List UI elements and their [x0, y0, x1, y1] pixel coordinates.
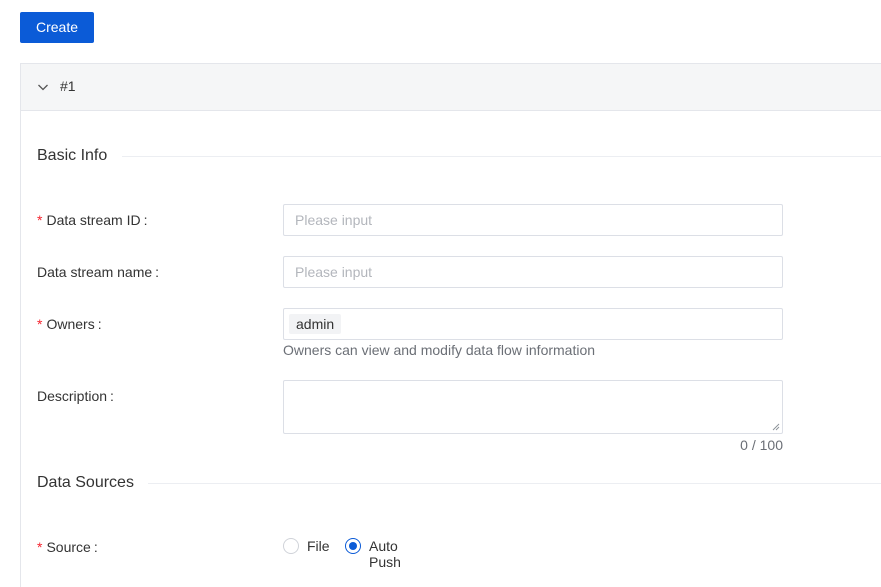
section-title-basic-info: Basic Info: [37, 147, 108, 164]
stream-id-placeholder: Please input: [295, 212, 373, 228]
panel-title: #1: [60, 78, 76, 94]
source-label: * Source:: [37, 539, 98, 555]
description-label: Description:: [37, 388, 114, 404]
section-divider: [148, 483, 881, 484]
resize-grip-icon[interactable]: [772, 423, 780, 431]
description-textarea[interactable]: [283, 380, 783, 434]
stream-name-placeholder: Please input: [295, 264, 373, 280]
radio-auto-push[interactable]: [345, 538, 361, 554]
chevron-down-icon[interactable]: [37, 81, 49, 93]
owner-tag[interactable]: admin: [289, 314, 342, 334]
panel-header[interactable]: #1: [21, 64, 881, 111]
owners-label: * Owners:: [37, 316, 102, 332]
radio-file-label[interactable]: File: [307, 538, 330, 554]
required-mark: *: [37, 539, 43, 555]
stream-name-input[interactable]: Please input: [283, 256, 783, 288]
owners-help-text: Owners can view and modify data flow inf…: [283, 342, 596, 358]
stream-name-label: Data stream name:: [37, 264, 160, 280]
stream-id-input[interactable]: Please input: [283, 204, 783, 236]
page: Create #1 Basic Info * Data stream ID: Pl…: [0, 0, 881, 587]
radio-auto-push-label[interactable]: Auto Push: [369, 538, 401, 570]
section-title-data-sources: Data Sources: [37, 474, 134, 491]
create-button[interactable]: Create: [20, 12, 94, 43]
required-mark: *: [37, 316, 43, 332]
owners-select[interactable]: admin: [283, 308, 783, 340]
description-char-counter: 0 / 100: [740, 437, 783, 453]
section-divider: [122, 156, 881, 157]
stream-id-label: * Data stream ID:: [37, 212, 148, 228]
radio-file[interactable]: [283, 538, 299, 554]
required-mark: *: [37, 212, 43, 228]
